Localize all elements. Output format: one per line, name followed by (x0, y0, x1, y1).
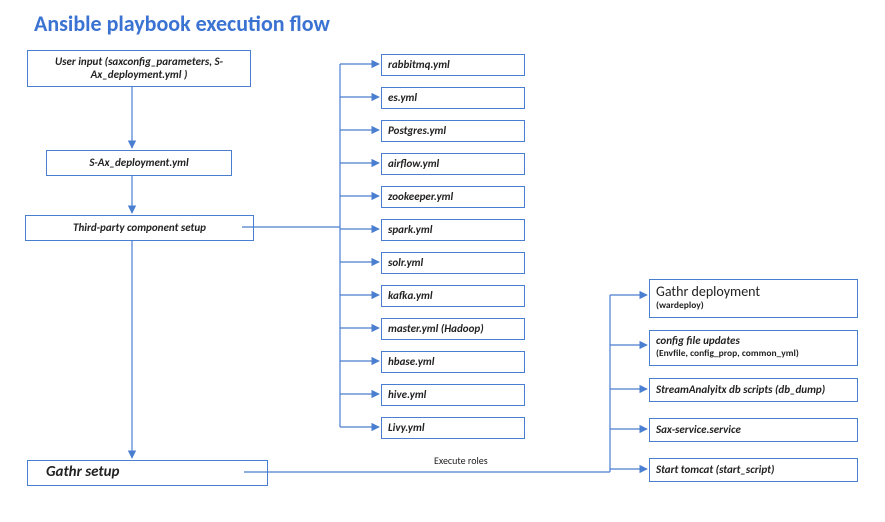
node-yml-solr: solr.yml (381, 252, 525, 274)
node-yml-postgres: Postgres.yml (381, 120, 525, 142)
node-yml-master: master.yml (Hadoop) (381, 318, 525, 340)
node-config-updates-title: config file updates (656, 335, 740, 348)
node-yml-es: es.yml (381, 87, 525, 109)
node-yml-airflow: airflow.yml (381, 153, 525, 175)
node-db-scripts: StreamAnalyitx db scripts (db_dump) (649, 378, 858, 402)
label-execute-roles: Execute roles (434, 454, 488, 467)
node-gathr-setup: Gathr setup (27, 460, 268, 486)
node-gathr-deployment: Gathr deployment (wardeploy) (649, 279, 858, 318)
node-yml-zookeeper: zookeeper.yml (381, 186, 525, 208)
node-gathr-deployment-sub: (wardeploy) (656, 300, 704, 311)
node-yml-kafka: kafka.yml (381, 285, 525, 307)
node-deployment-yml: S-Ax_deployment.yml (46, 150, 232, 176)
node-third-party: Third-party component setup (25, 215, 254, 241)
diagram-title: Ansible playbook execution flow (34, 10, 330, 37)
node-yml-spark: spark.yml (381, 219, 525, 241)
node-yml-rabbitmq: rabbitmq.yml (381, 54, 525, 76)
node-user-input: User input (saxconfig_parameters, S-Ax_d… (27, 50, 251, 87)
node-yml-hbase: hbase.yml (381, 351, 525, 373)
node-yml-livy: Livy.yml (381, 417, 525, 439)
node-sax-service: Sax-service.service (649, 418, 858, 442)
node-config-updates: config file updates (Envfile, config_pro… (649, 330, 858, 366)
node-yml-hive: hive.yml (381, 384, 525, 406)
node-config-updates-sub: (Envfile, config_prop, common_yml) (656, 348, 799, 359)
node-gathr-deployment-title: Gathr deployment (656, 284, 760, 300)
node-start-tomcat: Start tomcat (start_script) (649, 458, 858, 482)
